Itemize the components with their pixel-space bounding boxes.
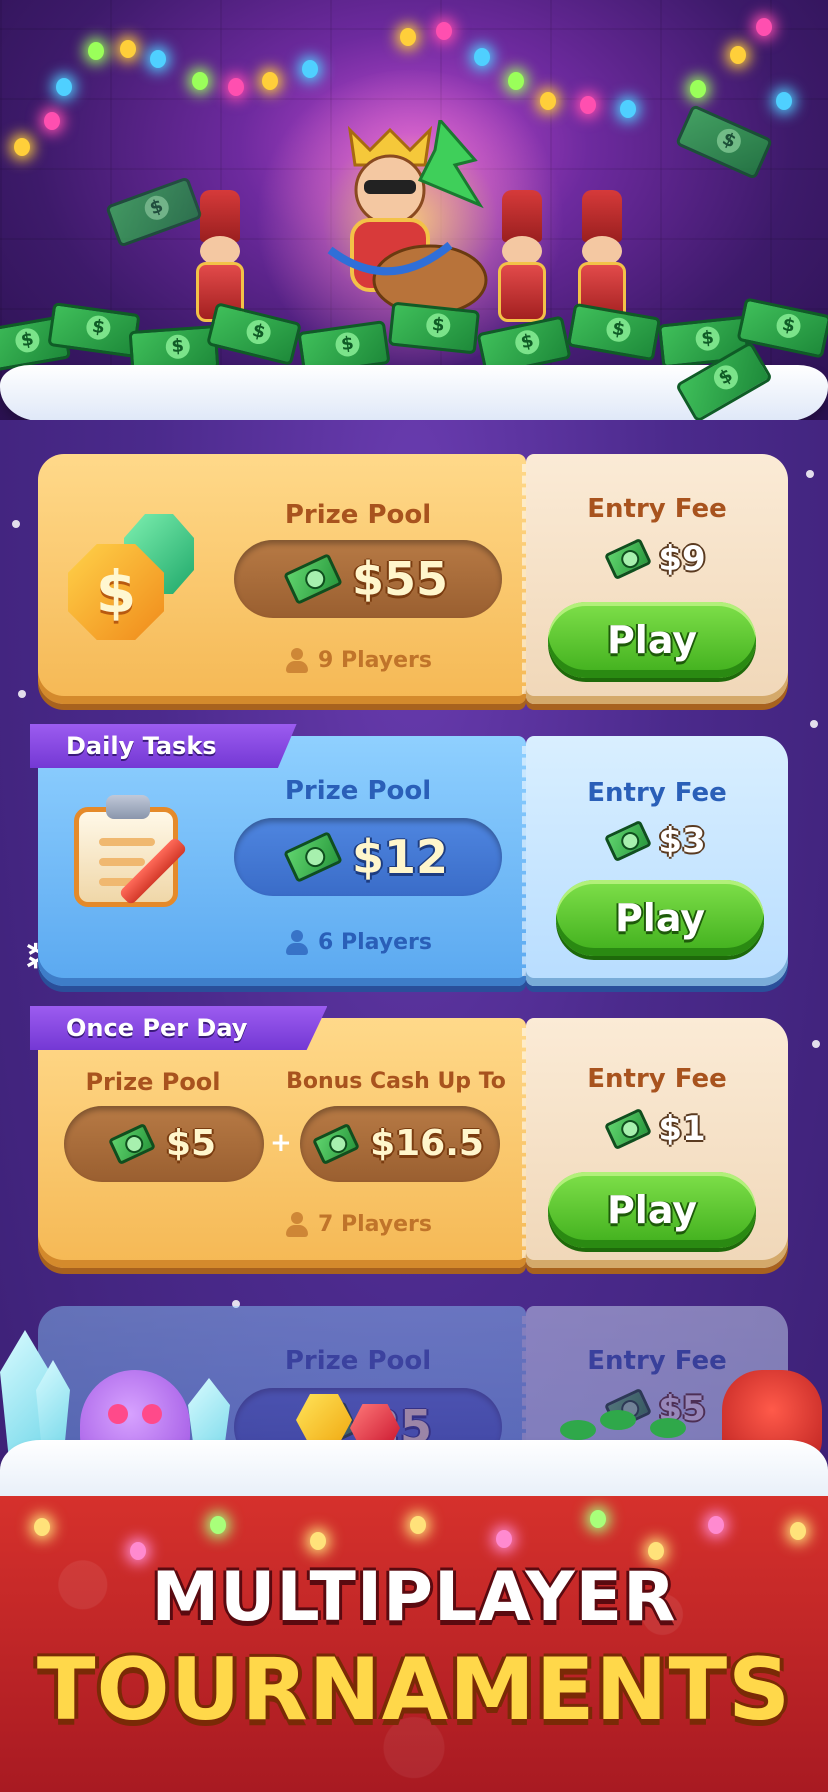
light-bulb-icon <box>14 138 30 156</box>
holly-leaf-icon <box>560 1420 596 1440</box>
play-button[interactable]: Play <box>548 602 756 678</box>
prize-pool-pill: $12 <box>234 818 502 896</box>
cash-icon <box>604 537 653 581</box>
prize-panel: Prize Pool Bonus Cash Up To $5 + $16.5 7… <box>38 1018 526 1268</box>
light-bulb-icon <box>790 1522 806 1540</box>
notepad-pencil-icon <box>74 791 204 921</box>
headline-multiplayer: MULTIPLAYER <box>151 1558 677 1637</box>
light-bulb-icon <box>302 60 318 78</box>
entry-fee-label: Entry Fee <box>587 1064 727 1094</box>
cash-icon <box>604 1107 653 1151</box>
cash-icon <box>283 831 343 883</box>
players-count: 9 Players <box>233 648 483 674</box>
snow-particle <box>12 520 20 528</box>
cash-icon <box>604 819 653 863</box>
light-bulb-icon <box>34 1518 50 1536</box>
players-count-label: 6 Players <box>317 930 432 955</box>
bonus-cash-amount: $16.5 <box>370 1123 484 1164</box>
light-bulb-icon <box>120 40 136 58</box>
cash-icon <box>312 1122 361 1166</box>
prize-pool-label: Prize Pool <box>284 776 432 806</box>
light-bulb-icon <box>44 112 60 130</box>
tournament-card-3: Prize Pool Bonus Cash Up To $5 + $16.5 7… <box>30 1006 788 1268</box>
light-bulb-icon <box>580 96 596 114</box>
snow-particle <box>806 470 814 478</box>
light-bulb-icon <box>620 100 636 118</box>
light-bulb-icon <box>690 80 706 98</box>
light-bulb-icon <box>310 1532 326 1550</box>
entry-panel: Entry Fee $9 Play <box>526 454 788 704</box>
person-icon <box>284 648 310 674</box>
light-bulb-icon <box>730 46 746 64</box>
light-bulb-icon <box>210 1516 226 1534</box>
gold-coin-and-gem-icon: $ <box>68 514 194 640</box>
snow-particle <box>810 720 818 728</box>
light-bulb-icon <box>56 78 72 96</box>
entry-fee-label: Entry Fee <box>587 494 727 524</box>
play-button[interactable]: Play <box>548 1172 756 1248</box>
entry-fee: $9 <box>526 537 788 581</box>
prize-pool-label: Prize Pool <box>284 1346 432 1376</box>
prize-pool-pill: $5 <box>64 1106 264 1182</box>
prize-pool-label: Prize Pool <box>284 500 432 530</box>
snow-particle <box>18 690 26 698</box>
light-bulb-icon <box>590 1510 606 1528</box>
entry-panel: Entry Fee $1 Play <box>526 1018 788 1268</box>
entry-fee: $1 <box>526 1107 788 1151</box>
cash-icon <box>107 1122 156 1166</box>
king-on-horse-icon <box>290 116 490 320</box>
light-bulb-icon <box>436 22 452 40</box>
light-bulb-icon <box>756 18 772 36</box>
prize-panel: Prize Pool $12 6 Players <box>38 736 526 986</box>
light-bulb-icon <box>130 1542 146 1560</box>
players-count-label: 7 Players <box>317 1212 432 1237</box>
entry-fee-label: Entry Fee <box>587 778 727 808</box>
light-bulb-icon <box>410 1516 426 1534</box>
light-bulb-icon <box>150 50 166 68</box>
tournament-card-2: Prize Pool $12 6 Players Entry Fee $3 Pl… <box>30 724 788 986</box>
holly-leaf-icon <box>600 1410 636 1430</box>
bonus-cash-pill: $16.5 <box>300 1106 500 1182</box>
tournament-card-1: $ Prize Pool $55 9 Players Entry Fee $9 … <box>38 454 788 704</box>
entry-fee-amount: $1 <box>658 1109 706 1149</box>
snow-particle <box>812 1040 820 1048</box>
light-bulb-icon <box>508 72 524 90</box>
app-screen: ❄ $ Prize Pool $55 9 Players Entry Fee $… <box>0 0 828 1792</box>
prize-pool-pill: $55 <box>234 540 502 618</box>
person-icon <box>284 930 310 956</box>
entry-panel: Entry Fee $3 Play <box>526 736 788 986</box>
bonus-cash-label: Bonus Cash Up To <box>286 1069 506 1094</box>
headline-tournaments: TOURNAMENTS <box>36 1640 792 1740</box>
prize-pool-amount: $5 <box>165 1123 217 1164</box>
players-count: 7 Players <box>233 1212 483 1238</box>
players-count-label: 9 Players <box>317 648 432 673</box>
light-bulb-icon <box>540 92 556 110</box>
prize-pool-label: Prize Pool <box>85 1068 221 1096</box>
players-count: 6 Players <box>233 930 483 956</box>
cash-icon <box>283 553 343 605</box>
hero-illustration <box>0 0 828 420</box>
holly-leaf-icon <box>650 1418 686 1438</box>
light-bulb-icon <box>708 1516 724 1534</box>
light-bulb-icon <box>400 28 416 46</box>
light-bulb-icon <box>88 42 104 60</box>
prize-pool-amount: $12 <box>351 830 449 884</box>
light-bulb-icon <box>776 92 792 110</box>
light-bulb-icon <box>228 78 244 96</box>
light-bulb-icon <box>192 72 208 90</box>
entry-fee-amount: $3 <box>658 821 706 861</box>
light-bulb-icon <box>262 72 278 90</box>
prize-panel: $ Prize Pool $55 9 Players <box>38 454 526 704</box>
light-bulb-icon <box>474 48 490 66</box>
once-per-day-ribbon: Once Per Day <box>30 1006 328 1050</box>
entry-fee-amount: $9 <box>658 539 706 579</box>
plus-sign: + <box>270 1128 292 1158</box>
person-icon <box>284 1212 310 1238</box>
play-button[interactable]: Play <box>556 880 764 956</box>
daily-tasks-ribbon: Daily Tasks <box>30 724 297 768</box>
prize-pool-amount: $55 <box>351 552 449 606</box>
entry-fee: $3 <box>526 819 788 863</box>
light-bulb-icon <box>496 1530 512 1548</box>
